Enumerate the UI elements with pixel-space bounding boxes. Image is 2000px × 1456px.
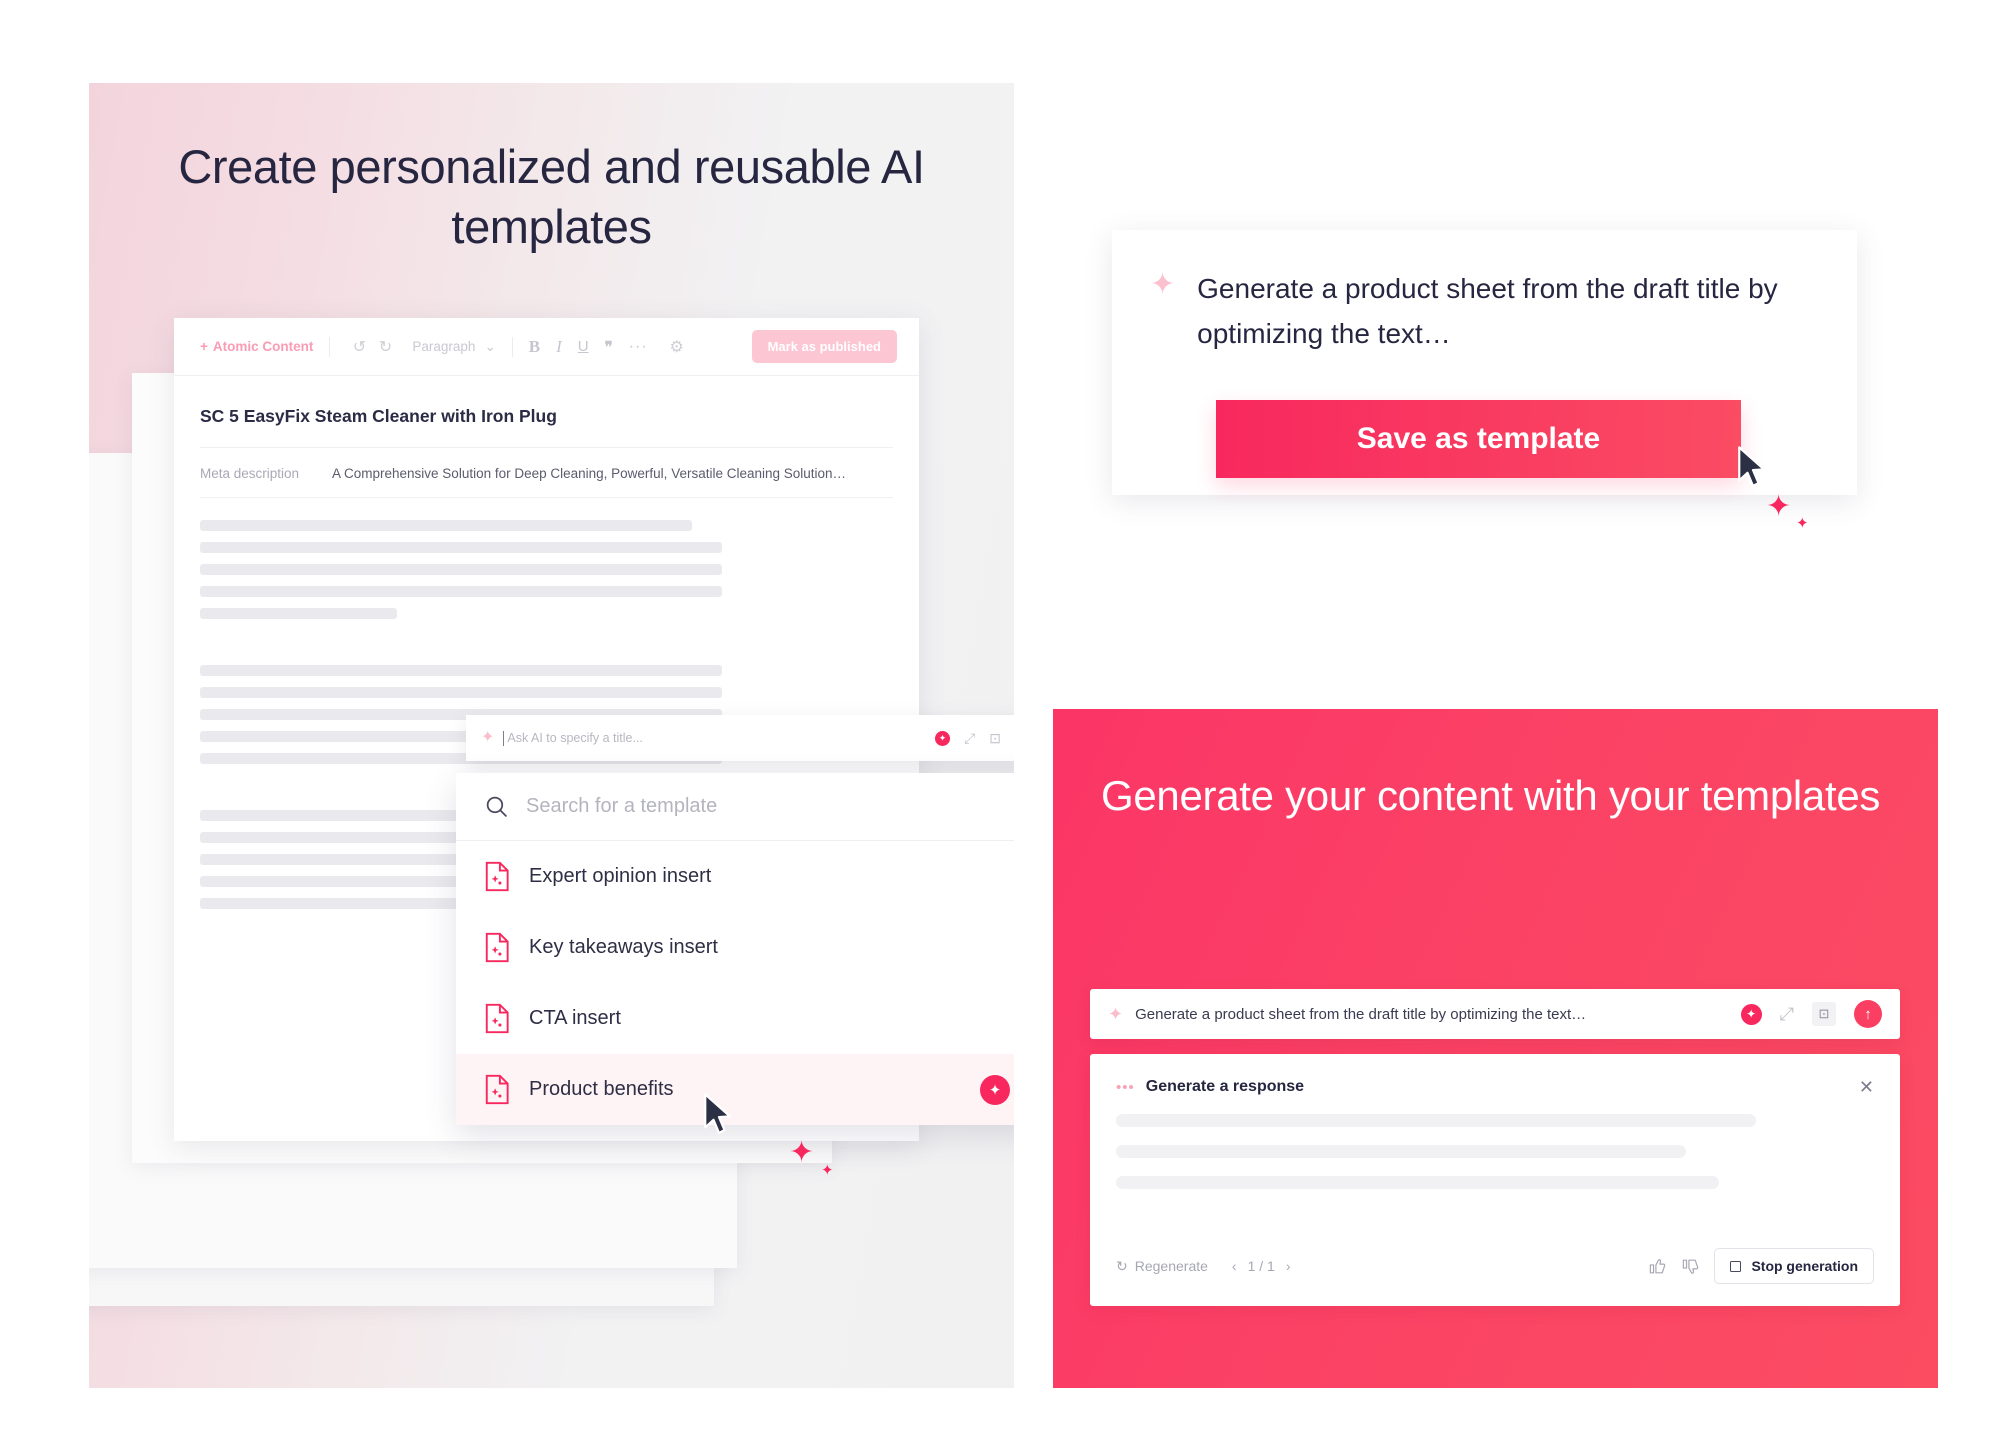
skeleton-line xyxy=(200,542,722,553)
refresh-icon: ↻ xyxy=(1116,1257,1128,1274)
chevron-down-icon: ⌄ xyxy=(484,338,496,354)
skeleton-line xyxy=(200,608,397,619)
response-title: Generate a response xyxy=(1145,1078,1305,1095)
paragraph-skeleton-1 xyxy=(174,520,919,619)
regenerate-label: Regenerate xyxy=(1134,1258,1208,1274)
ai-sparkle-button[interactable] xyxy=(1740,1003,1762,1025)
capture-icon[interactable]: ⊡ xyxy=(1812,1002,1836,1026)
loading-dots-icon: ••• xyxy=(1116,1078,1135,1096)
template-item-label: Expert opinion insert xyxy=(529,865,712,887)
template-item-expert-opinion-insert[interactable]: Expert opinion insert xyxy=(456,841,1014,912)
prompt-preview-row: ✦ Generate a product sheet from the draf… xyxy=(1150,266,1817,357)
template-doc-sparkle-icon xyxy=(485,1003,509,1034)
regenerate-button[interactable]: ↻ Regenerate xyxy=(1116,1258,1208,1275)
text-caret xyxy=(503,730,505,746)
toolbar-divider-2 xyxy=(511,336,513,357)
thumbs-down-icon[interactable] xyxy=(1681,1257,1700,1276)
template-item-key-takeaways-insert[interactable]: Key takeaways insert xyxy=(456,912,1014,983)
prev-icon[interactable]: ‹ xyxy=(1232,1258,1237,1274)
skeleton-line xyxy=(200,586,722,597)
template-item-label: CTA insert xyxy=(529,1007,621,1029)
template-item-cta-insert[interactable]: CTA insert xyxy=(456,983,1014,1054)
template-search-input[interactable]: Search for a template xyxy=(526,795,717,818)
document-title[interactable]: SC 5 EasyFix Steam Cleaner with Iron Plu… xyxy=(200,406,893,448)
sparkle-icon: ✦ xyxy=(1150,268,1176,301)
left-feature-panel: Create personalized and reusable AI temp… xyxy=(89,83,1014,1388)
ai-sparkle-button[interactable] xyxy=(935,730,951,746)
undo-icon[interactable]: ↺ xyxy=(346,337,372,357)
sparkle-icon: ✦ xyxy=(1108,1004,1124,1024)
page-title: Create personalized and reusable AI temp… xyxy=(178,140,925,253)
blockquote-button[interactable]: ❞ xyxy=(605,338,613,356)
skeleton-line xyxy=(200,564,722,575)
capture-icon[interactable]: ⊡ xyxy=(989,730,1001,747)
redo-icon[interactable]: ↻ xyxy=(372,337,398,357)
generate-prompt-text[interactable]: Generate a product sheet from the draft … xyxy=(1135,1006,1586,1023)
screenshot-root: Create personalized and reusable AI temp… xyxy=(0,0,2000,1456)
bold-button[interactable]: B xyxy=(529,337,540,357)
underline-button[interactable]: U xyxy=(578,338,589,355)
sparkle-icon: ✦ xyxy=(481,729,495,746)
italic-button[interactable]: I xyxy=(556,337,562,357)
skeleton-line xyxy=(200,520,692,531)
atomic-content-button[interactable]: + Atomic Content xyxy=(200,339,313,354)
more-options-icon[interactable]: ··· xyxy=(629,338,648,356)
response-skeleton-line xyxy=(1116,1145,1686,1158)
ask-ai-bar[interactable]: ✦ Ask AI to specify a title... ⤢ ⊡ xyxy=(466,715,1014,761)
mark-as-published-button[interactable]: Mark as published xyxy=(751,330,897,363)
ask-ai-input[interactable]: Ask AI to specify a title... xyxy=(507,731,642,745)
response-skeleton-line xyxy=(1116,1114,1756,1127)
sparkle-decoration-large: ✦ xyxy=(1766,490,1792,523)
generate-panel-title: Generate your content with your template… xyxy=(1101,772,1881,819)
thumbs-up-icon[interactable] xyxy=(1648,1257,1667,1276)
template-doc-sparkle-icon xyxy=(485,861,509,892)
ask-ai-actions: ⤢ ⊡ xyxy=(935,729,1014,748)
paragraph-label: Paragraph xyxy=(412,339,476,354)
skeleton-line xyxy=(200,665,722,676)
search-icon xyxy=(486,796,507,817)
expand-icon[interactable]: ⤢ xyxy=(964,730,975,747)
generate-prompt-bar[interactable]: ✦ Generate a product sheet from the draf… xyxy=(1090,989,1900,1039)
response-skeleton-line xyxy=(1116,1176,1719,1189)
expand-icon[interactable]: ⤢ xyxy=(1780,1004,1794,1025)
template-doc-sparkle-icon xyxy=(485,1074,509,1105)
sparkle-decoration-large: ✦ xyxy=(789,1136,815,1169)
template-dropdown: Search for a template Expert opinion ins… xyxy=(456,773,1014,1125)
stop-square-icon xyxy=(1730,1260,1742,1272)
meta-description-row: Meta description A Comprehensive Solutio… xyxy=(200,466,893,498)
meta-description-value[interactable]: A Comprehensive Solution for Deep Cleani… xyxy=(332,466,846,481)
toolbar-divider xyxy=(329,336,331,357)
response-pager: ‹ 1 / 1 › xyxy=(1232,1258,1291,1274)
template-item-label: Product benefits xyxy=(529,1078,674,1100)
close-icon[interactable]: ✕ xyxy=(1859,1078,1874,1096)
generate-prompt-actions: ⤢ ⊡ ↑ xyxy=(1740,1000,1882,1028)
next-icon[interactable]: › xyxy=(1286,1258,1291,1274)
response-header: ••• Generate a response ✕ xyxy=(1116,1078,1874,1096)
gear-icon[interactable]: ⚙ xyxy=(664,337,690,357)
send-icon[interactable]: ↑ xyxy=(1854,1000,1882,1028)
atomic-content-label: Atomic Content xyxy=(212,339,314,354)
sparkle-decoration-small: ✦ xyxy=(821,1162,834,1179)
response-footer: ↻ Regenerate ‹ 1 / 1 › Stop generation xyxy=(1116,1248,1874,1284)
generate-response-card: ••• Generate a response ✕ ↻ Regenerate ‹… xyxy=(1090,1054,1900,1306)
save-as-template-button[interactable]: Save as template xyxy=(1216,400,1741,478)
template-search-row[interactable]: Search for a template xyxy=(456,773,1014,841)
editor-toolbar: + Atomic Content ↺ ↻ Paragraph ⌄ B I U ❞… xyxy=(174,318,919,376)
template-generate-button[interactable]: ✦ xyxy=(980,1074,1010,1105)
page-indicator: 1 / 1 xyxy=(1247,1258,1275,1274)
skeleton-line xyxy=(200,687,722,698)
plus-icon: + xyxy=(200,339,208,354)
sparkle-decoration-small: ✦ xyxy=(1796,515,1809,532)
template-doc-sparkle-icon xyxy=(485,932,509,963)
stop-generation-button[interactable]: Stop generation xyxy=(1714,1248,1874,1284)
prompt-preview-text: Generate a product sheet from the draft … xyxy=(1197,273,1778,350)
template-item-label: Key takeaways insert xyxy=(529,936,718,958)
meta-description-label: Meta description xyxy=(200,466,300,481)
paragraph-style-dropdown[interactable]: Paragraph ⌄ xyxy=(412,339,495,355)
stop-generation-label: Stop generation xyxy=(1751,1258,1858,1274)
